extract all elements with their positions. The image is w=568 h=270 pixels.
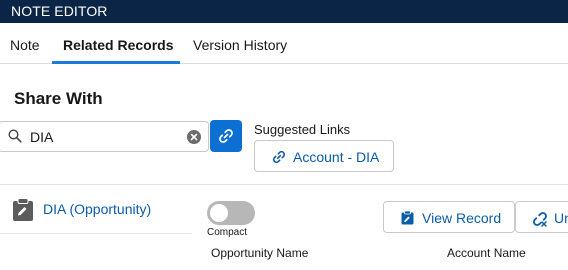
unlink-label: Unlink [554, 210, 568, 226]
unlink-button[interactable]: Unlink [515, 201, 568, 233]
suggested-links-label: Suggested Links [254, 122, 351, 137]
record-link[interactable]: DIA (Opportunity) [43, 201, 151, 217]
suggested-link-label: Account - DIA [293, 149, 380, 165]
record-divider [0, 233, 192, 234]
view-record-button[interactable]: View Record [383, 201, 515, 233]
clipboard-icon [13, 198, 33, 221]
link-icon [272, 150, 286, 164]
link-record-button[interactable] [210, 120, 242, 152]
app-titlebar: NOTE EDITOR [0, 0, 568, 23]
compact-label: Compact [207, 227, 248, 238]
search-field[interactable] [0, 121, 209, 152]
compact-toggle[interactable] [207, 201, 255, 225]
active-tab-indicator [52, 61, 180, 64]
unlink-icon [533, 212, 547, 227]
window-title: NOTE EDITOR [11, 3, 108, 19]
tab-related-records[interactable]: Related Records [63, 37, 173, 53]
column-header-account-name[interactable]: Account Name [447, 246, 526, 260]
clear-icon[interactable] [187, 130, 201, 144]
section-divider [0, 184, 568, 185]
search-input[interactable] [30, 127, 180, 147]
tab-bar: Note Related Records Version History [0, 23, 568, 64]
share-with-heading: Share With [14, 89, 103, 108]
search-icon [8, 129, 22, 143]
column-header-opportunity-name[interactable]: Opportunity Name [211, 246, 308, 260]
toggle-knob [210, 204, 228, 222]
tab-note[interactable]: Note [10, 37, 40, 53]
link-icon [219, 129, 233, 143]
tab-version-history[interactable]: Version History [193, 37, 287, 53]
record-icon [401, 211, 414, 225]
suggested-link-button[interactable]: Account - DIA [254, 140, 394, 172]
view-record-label: View Record [422, 210, 502, 226]
